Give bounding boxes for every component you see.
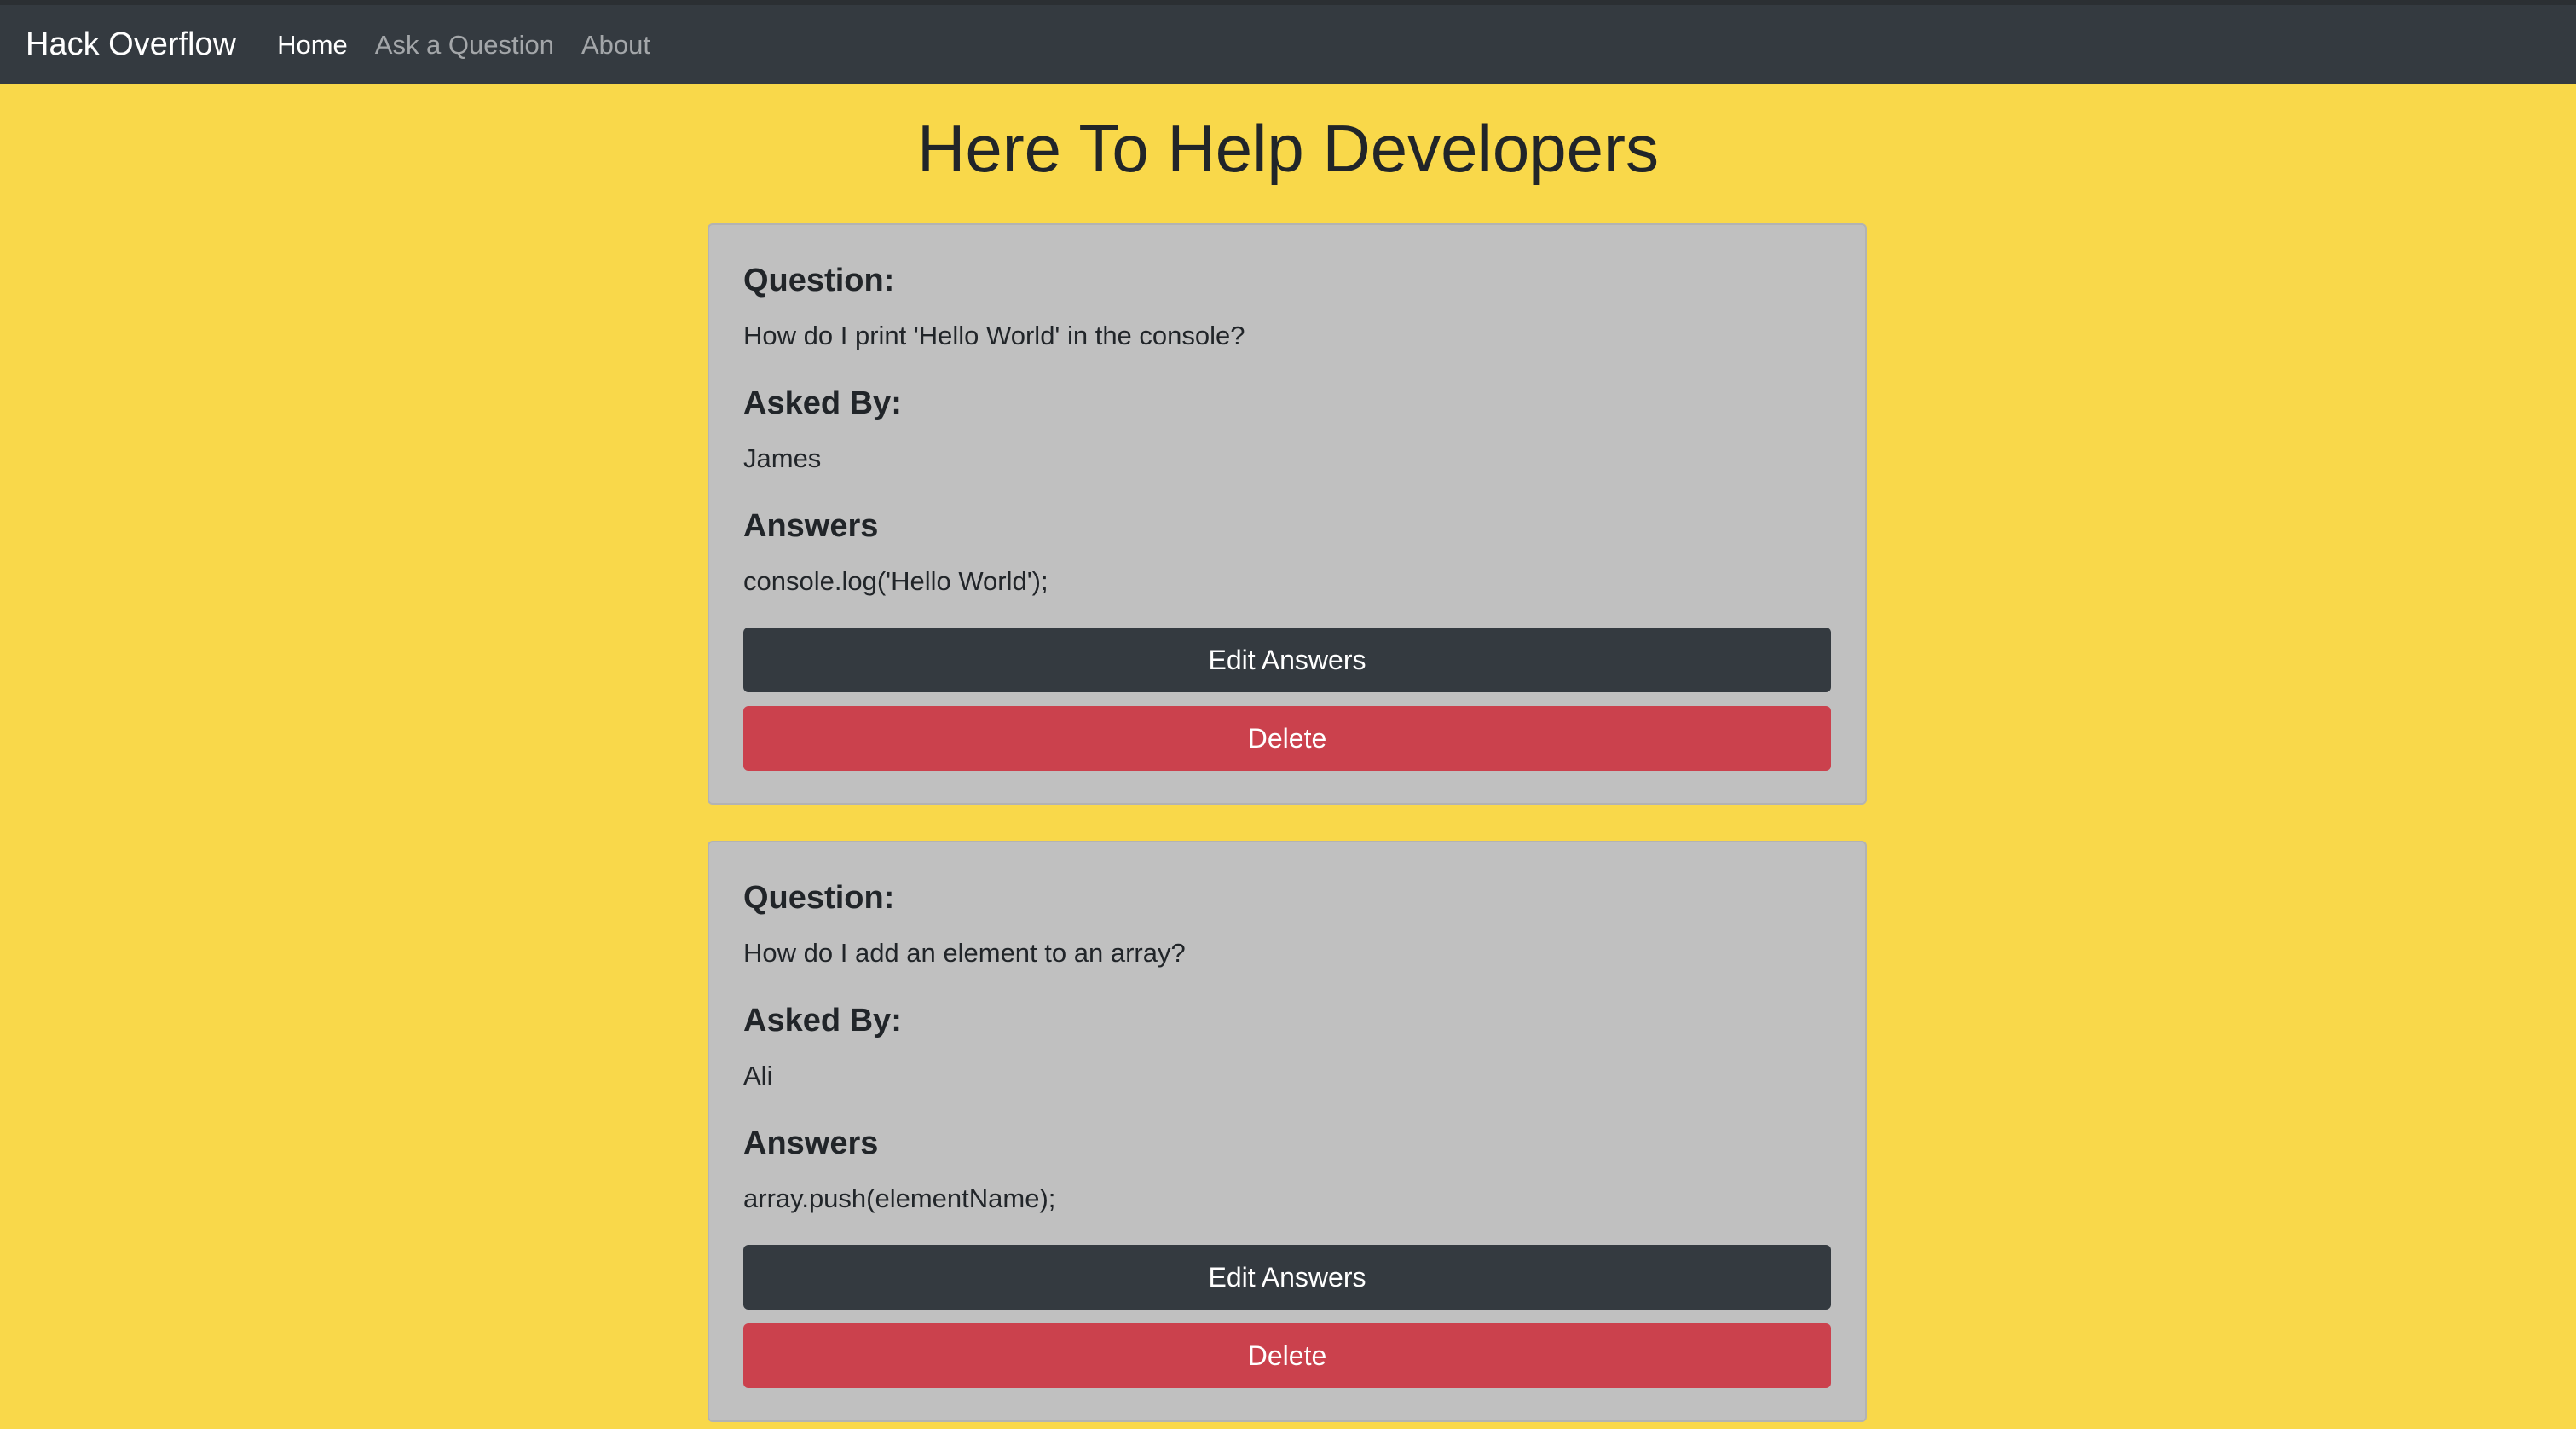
nav-link-ask-question[interactable]: Ask a Question [375,32,554,58]
nav-links: Home Ask a Question About [277,32,650,58]
asked-by-label: Asked By: [743,385,902,421]
asked-by-name: James [743,443,822,473]
question-label: Question: [743,880,895,916]
edit-answers-button[interactable]: Edit Answers [743,628,1831,692]
page-title: Here To Help Developers [917,111,1659,186]
nav-link-home[interactable]: Home [277,32,348,58]
delete-button[interactable]: Delete [743,706,1831,771]
brand-link[interactable]: Hack Overflow [26,28,236,61]
asked-by-label: Asked By: [743,1003,902,1038]
question-text: How do I add an element to an array? [743,938,1186,968]
delete-button[interactable]: Delete [743,1323,1831,1388]
question-card: Question: How do I add an element to an … [708,841,1867,1422]
answer-text: console.log('Hello World'); [743,566,1048,596]
answers-label: Answers [743,508,879,544]
top-navbar: Hack Overflow Home Ask a Question About [0,0,2576,84]
asked-by-name: Ali [743,1061,773,1091]
answers-label: Answers [743,1125,879,1161]
question-text: How do I print 'Hello World' in the cons… [743,321,1245,350]
edit-answers-button[interactable]: Edit Answers [743,1245,1831,1310]
nav-link-about[interactable]: About [581,32,650,58]
answer-text: array.push(elementName); [743,1183,1056,1213]
question-label: Question: [743,263,895,298]
question-card: Question: How do I print 'Hello World' i… [708,223,1867,805]
